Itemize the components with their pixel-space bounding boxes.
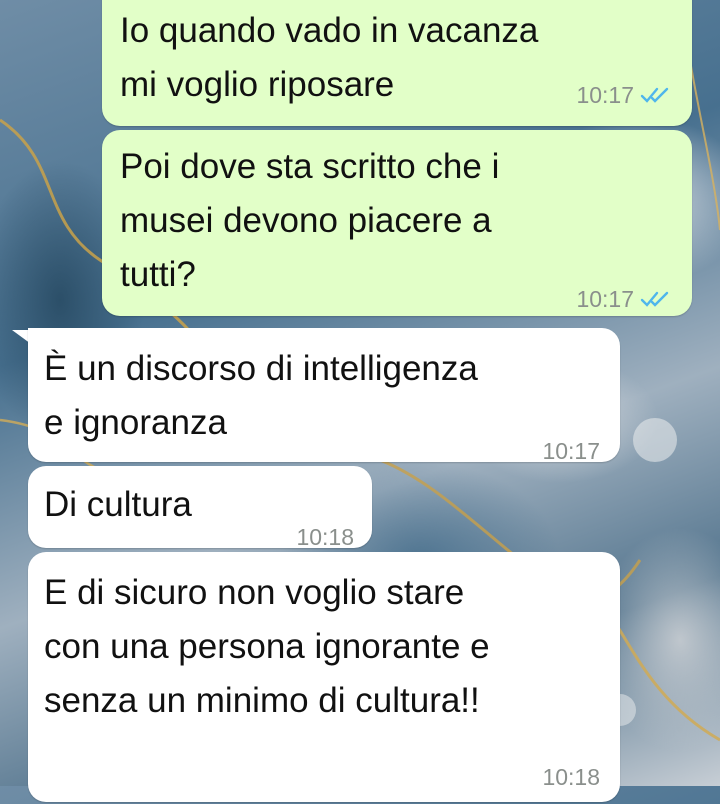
message-outgoing[interactable]: Io quando vado in vacanza mi voglio ripo… <box>102 0 692 126</box>
message-incoming[interactable]: Di cultura 10:18 <box>28 466 372 550</box>
message-text: Poi dove sta scritto che i musei devono … <box>120 147 500 294</box>
message-incoming[interactable]: È un discorso di intelligenza e ignoranz… <box>28 328 620 464</box>
message-meta: 10:17 <box>542 424 600 478</box>
message-meta: 10:17 <box>576 272 674 326</box>
message-text: Io quando vado in vacanza mi voglio ripo… <box>120 11 539 104</box>
chat-conversation: Io quando vado in vacanza mi voglio ripo… <box>0 0 720 802</box>
message-time: 10:17 <box>542 438 600 464</box>
read-double-tick-icon <box>640 291 669 307</box>
message-meta: 10:18 <box>542 750 600 804</box>
message-meta: 10:17 <box>576 68 674 122</box>
read-double-tick-icon <box>640 87 669 103</box>
message-text: Di cultura <box>44 485 192 524</box>
message-incoming[interactable]: E di sicuro non voglio stare con una per… <box>28 552 620 802</box>
message-outgoing[interactable]: Poi dove sta scritto che i musei devono … <box>102 130 692 316</box>
message-text: È un discorso di intelligenza e ignoranz… <box>44 349 478 442</box>
message-time: 10:17 <box>576 82 634 108</box>
message-time: 10:18 <box>542 764 600 790</box>
message-text: E di sicuro non voglio stare con una per… <box>44 573 490 720</box>
message-time: 10:17 <box>576 286 634 312</box>
